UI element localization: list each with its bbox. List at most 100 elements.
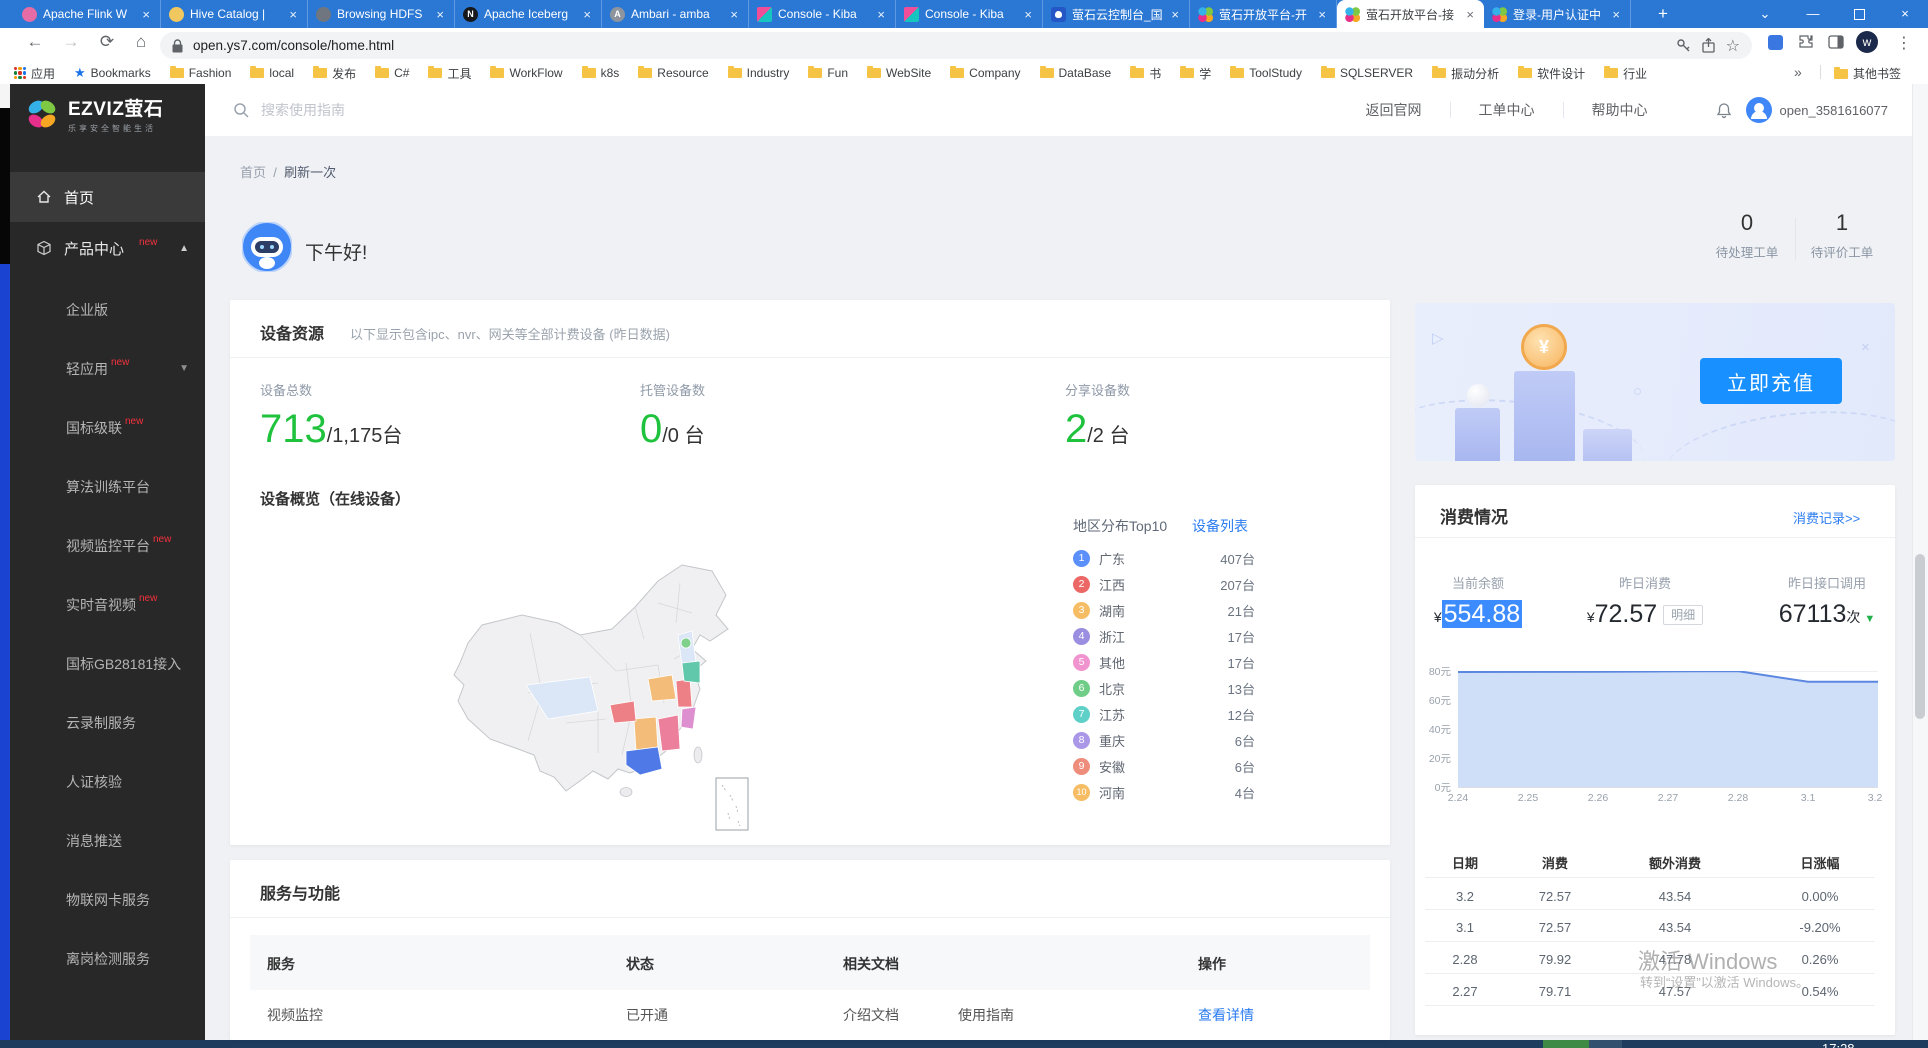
consumption-record-link[interactable]: 消费记录>> xyxy=(1793,508,1860,527)
sidebar-item-light-app[interactable]: 轻应用new▼ xyxy=(10,339,205,398)
pending-workorder-label[interactable]: 待处理工单 xyxy=(1702,242,1792,261)
nav-workorder-center[interactable]: 工单中心 xyxy=(1479,100,1535,120)
bookmark-star-icon[interactable]: ☆ xyxy=(1726,36,1740,56)
china-map[interactable] xyxy=(430,543,770,838)
sidebar-item-algo-training[interactable]: 算法训练平台 xyxy=(10,457,205,516)
bookmark-folder[interactable]: Resource xyxy=(638,66,708,80)
tab-close-icon[interactable]: × xyxy=(434,7,446,22)
bookmark-folder[interactable]: WorkFlow xyxy=(490,66,562,80)
tab-close-icon[interactable]: × xyxy=(1022,7,1034,22)
user-avatar[interactable] xyxy=(1746,97,1772,123)
taskbar-app-indicator[interactable] xyxy=(1589,1040,1622,1048)
extension-blue-icon[interactable] xyxy=(1768,35,1783,50)
new-tab-button[interactable]: + xyxy=(1650,3,1676,25)
bookmark-folder[interactable]: C# xyxy=(375,66,409,80)
tab-ezviz-open-1[interactable]: 萤石开放平台-开× xyxy=(1190,0,1337,28)
bookmark-folder[interactable]: 学 xyxy=(1180,65,1211,82)
tab-ys7-console[interactable]: 萤石云控制台_国× xyxy=(1043,0,1190,28)
tab-close-icon[interactable]: × xyxy=(728,7,740,22)
tab-close-icon[interactable]: × xyxy=(140,7,152,22)
menu-kebab-icon[interactable]: ⋮ xyxy=(1896,33,1912,53)
minimize-button[interactable]: — xyxy=(1790,0,1836,28)
home-icon[interactable]: ⌂ xyxy=(128,32,154,52)
bookmark-folder[interactable]: 振动分析 xyxy=(1432,65,1499,82)
taskbar-app-indicator[interactable] xyxy=(1543,1040,1589,1048)
bookmark-folder[interactable]: k8s xyxy=(582,66,620,80)
sidebar-item-id-verify[interactable]: 人证核验 xyxy=(10,752,205,811)
bookmark-folder[interactable]: WebSite xyxy=(867,66,931,80)
bookmarks-overflow-chevron[interactable]: » xyxy=(1794,64,1802,80)
sidebar-item-message-push[interactable]: 消息推送 xyxy=(10,811,205,870)
breadcrumb-home[interactable]: 首页 xyxy=(240,165,266,180)
sidebar-item-rtc[interactable]: 实时音视频new xyxy=(10,575,205,634)
reload-icon[interactable]: ⟳ xyxy=(94,32,120,52)
consumption-area-chart[interactable] xyxy=(1458,671,1878,787)
bookmark-folder[interactable]: 软件设计 xyxy=(1518,65,1585,82)
username-text[interactable]: open_3581616077 xyxy=(1780,103,1888,118)
device-list-link[interactable]: 设备列表 xyxy=(1192,516,1248,536)
sidebar-item-gb28181[interactable]: 国标GB28181接入 xyxy=(10,634,205,693)
tab-apache-iceberg[interactable]: NApache Iceberg× xyxy=(455,0,602,28)
nav-help-center[interactable]: 帮助中心 xyxy=(1592,100,1648,120)
forward-icon[interactable]: → xyxy=(58,32,84,52)
bookmark-folder[interactable]: 工具 xyxy=(428,65,471,82)
bookmark-folder[interactable]: Fashion xyxy=(170,66,232,80)
review-workorder-label[interactable]: 待评价工单 xyxy=(1797,242,1887,261)
tab-close-icon[interactable]: × xyxy=(1464,7,1476,22)
nav-official-site[interactable]: 返回官网 xyxy=(1366,100,1422,120)
back-icon[interactable]: ← xyxy=(22,32,48,52)
profile-avatar[interactable]: w xyxy=(1856,31,1878,53)
bookmark-folder[interactable]: 书 xyxy=(1130,65,1161,82)
sidebar-item-iot-card[interactable]: 物联网卡服务 xyxy=(10,870,205,929)
bookmark-bookmarks[interactable]: ★Bookmarks xyxy=(74,65,151,81)
sidebar-item-video-platform[interactable]: 视频监控平台new xyxy=(10,516,205,575)
tab-close-icon[interactable]: × xyxy=(581,7,593,22)
tab-apache-flink[interactable]: Apache Flink W× xyxy=(14,0,161,28)
search-area[interactable] xyxy=(233,101,1338,119)
service-doc-guide[interactable]: 使用指南 xyxy=(958,1005,1014,1025)
search-input[interactable] xyxy=(259,101,683,119)
password-key-icon[interactable] xyxy=(1676,38,1691,53)
tab-close-icon[interactable]: × xyxy=(1610,7,1622,22)
bookmark-folder[interactable]: 发布 xyxy=(313,65,356,82)
recharge-button[interactable]: 立即充值 xyxy=(1700,358,1842,404)
caret-down-icon[interactable]: ▼ xyxy=(1864,613,1875,625)
tab-close-icon[interactable]: × xyxy=(1169,7,1181,22)
tab-close-icon[interactable]: × xyxy=(287,7,299,22)
view-detail-link[interactable]: 查看详情 xyxy=(1198,1005,1254,1025)
bookmark-folder[interactable]: DataBase xyxy=(1040,66,1112,80)
service-doc-intro[interactable]: 介绍文档 xyxy=(843,1005,899,1025)
scrollbar-thumb[interactable] xyxy=(1915,554,1925,719)
tab-kibana-console-2[interactable]: Console - Kiba× xyxy=(896,0,1043,28)
page-scrollbar[interactable] xyxy=(1912,84,1928,1040)
tab-hive-catalog[interactable]: Hive Catalog |× xyxy=(161,0,308,28)
bookmark-folder[interactable]: 行业 xyxy=(1604,65,1647,82)
tab-close-icon[interactable]: × xyxy=(1316,7,1328,22)
sidebar-item-product-center[interactable]: 产品中心 new ▲ xyxy=(10,222,205,274)
other-bookmarks[interactable]: 其他书签 xyxy=(1834,65,1901,82)
side-panel-icon[interactable] xyxy=(1828,34,1844,50)
windows-taskbar[interactable]: 17:28 xyxy=(0,1040,1928,1048)
tab-ezviz-open-active[interactable]: 萤石开放平台-接× xyxy=(1337,0,1484,28)
bookmark-folder[interactable]: Industry xyxy=(728,66,790,80)
sidebar-item-leave-detect[interactable]: 离岗检测服务 xyxy=(10,929,205,988)
sidebar-item-cloud-record[interactable]: 云录制服务 xyxy=(10,693,205,752)
url-text[interactable]: open.ys7.com/console/home.html xyxy=(193,38,1666,53)
extensions-puzzle-icon[interactable] xyxy=(1798,34,1814,50)
bookmark-folder[interactable]: Company xyxy=(950,66,1020,80)
tab-close-icon[interactable]: × xyxy=(875,7,887,22)
notification-bell[interactable] xyxy=(1716,102,1732,119)
tab-ambari[interactable]: AAmbari - amba× xyxy=(602,0,749,28)
bookmark-folder[interactable]: Fun xyxy=(808,66,848,80)
tab-kibana-console-1[interactable]: Console - Kiba× xyxy=(749,0,896,28)
bookmark-folder[interactable]: SQLSERVER xyxy=(1321,66,1413,80)
tab-login-auth[interactable]: 登录-用户认证中× xyxy=(1484,0,1631,28)
bookmark-folder[interactable]: local xyxy=(250,66,294,80)
tab-browsing-hdfs[interactable]: Browsing HDFS× xyxy=(308,0,455,28)
maximize-button[interactable] xyxy=(1836,0,1882,28)
address-bar[interactable]: open.ys7.com/console/home.html ☆ xyxy=(160,32,1752,59)
bookmark-apps[interactable]: 应用 xyxy=(14,65,55,82)
sidebar-item-gb-cascade[interactable]: 国标级联new xyxy=(10,398,205,457)
close-window-button[interactable]: × xyxy=(1882,0,1928,28)
tab-search-icon[interactable]: ⌄ xyxy=(1742,0,1788,28)
